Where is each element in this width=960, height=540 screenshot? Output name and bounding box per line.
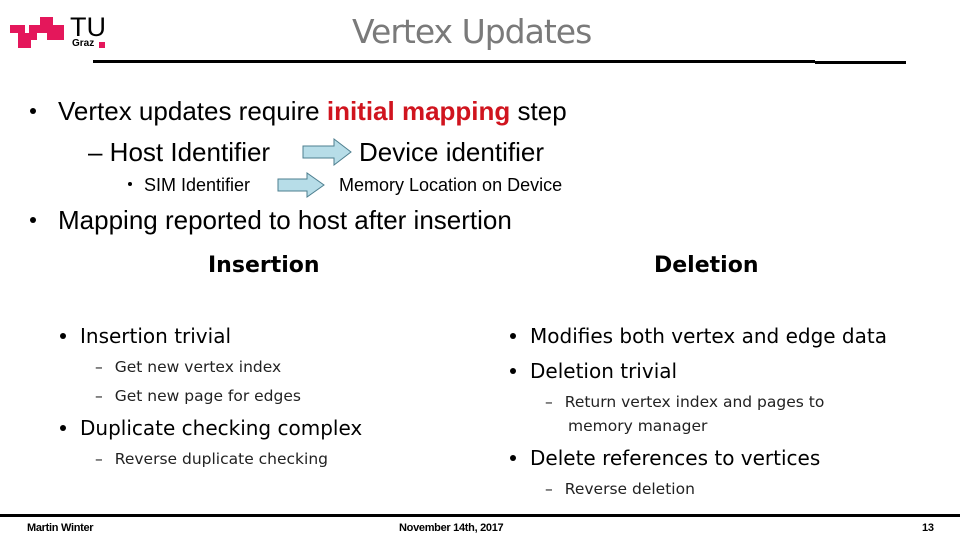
- bullet-mapping-reported: Mapping reported to host after insertion: [30, 205, 512, 235]
- bullet-dot-icon: [128, 182, 132, 187]
- deletion-item-text: Delete references to vertices: [530, 446, 821, 470]
- insertion-sub-item: – Reverse duplicate checking: [95, 449, 328, 469]
- deletion-heading: Deletion: [654, 253, 759, 278]
- insertion-sub-text: Get new page for edges: [114, 387, 301, 405]
- deletion-sub-text: Reverse deletion: [564, 480, 695, 498]
- logo-block: [10, 25, 25, 33]
- bullet-dot-icon: [510, 367, 516, 374]
- deletion-sub-item-cont: memory manager: [568, 417, 708, 435]
- host-identifier-text: – Host Identifier: [88, 137, 271, 167]
- insertion-heading: Insertion: [208, 253, 320, 278]
- bullet-text-suffix: step: [510, 96, 567, 126]
- dash-icon: –: [95, 358, 103, 376]
- insertion-item-text: Insertion trivial: [80, 324, 232, 348]
- sim-identifier-text: SIM Identifier: [144, 175, 251, 195]
- footer-date: November 14th, 2017: [399, 522, 504, 534]
- deletion-sub-item: – Reverse deletion: [545, 479, 695, 499]
- logo-square-icon: [99, 42, 105, 48]
- footer-author: Martin Winter: [27, 522, 94, 534]
- dash-icon: –: [545, 480, 553, 498]
- insertion-sub-text: Get new vertex index: [114, 358, 282, 376]
- bullet-text: Vertex updates require: [58, 96, 327, 126]
- title-divider: [93, 60, 815, 63]
- insertion-item-text: Duplicate checking complex: [80, 416, 363, 440]
- bullet-dot-icon: [30, 108, 36, 115]
- bullet-dot-icon: [510, 332, 516, 339]
- logo-block: [40, 17, 53, 25]
- insertion-item: Duplicate checking complex: [60, 416, 362, 440]
- deletion-item-text: Deletion trivial: [530, 359, 678, 383]
- logo-text-graz: Graz: [72, 38, 95, 49]
- deletion-item: Deletion trivial: [510, 359, 677, 383]
- dash-icon: –: [95, 387, 103, 405]
- dash-icon: –: [95, 450, 103, 468]
- memory-location-text: Memory Location on Device: [339, 175, 563, 195]
- insertion-sub-text: Reverse duplicate checking: [114, 450, 329, 468]
- insertion-sub-item: – Get new page for edges: [95, 386, 301, 406]
- deletion-sub-item: – Return vertex index and pages to: [545, 392, 824, 412]
- highlight-text: initial mapping: [326, 96, 511, 126]
- sub-sub-bullet-sim: SIM Identifier: [128, 174, 250, 196]
- bullet-dot-icon: [30, 217, 36, 224]
- bullet-dot-icon: [510, 454, 516, 461]
- deletion-item-text: Modifies both vertex and edge data: [530, 324, 887, 348]
- logo-block: [18, 40, 31, 48]
- logo-block: [29, 25, 64, 33]
- slide-title: Vertex Updates: [352, 12, 592, 51]
- device-identifier-text: Device identifier: [359, 137, 544, 167]
- bullet-initial-mapping: Vertex updates require initial mapping s…: [30, 96, 567, 126]
- title-divider-right: [815, 61, 906, 64]
- dash-icon: –: [545, 393, 553, 411]
- bullet-dot-icon: [60, 332, 66, 339]
- bullet-text: Mapping reported to host after insertion: [58, 205, 512, 235]
- deletion-item: Delete references to vertices: [510, 446, 820, 470]
- logo-block: [18, 33, 37, 40]
- footer-divider: [0, 514, 960, 517]
- right-arrow-icon: [302, 138, 352, 166]
- sub-bullet-host-identifier: – Host Identifier: [88, 137, 270, 167]
- bullet-dot-icon: [60, 424, 66, 431]
- deletion-sub-text: Return vertex index and pages to: [564, 393, 825, 411]
- insertion-item: Insertion trivial: [60, 324, 231, 348]
- logo-block: [47, 33, 64, 40]
- deletion-item: Modifies both vertex and edge data: [510, 324, 887, 348]
- logo-text-tu: TU: [70, 12, 106, 42]
- page-number: 13: [922, 522, 934, 534]
- right-arrow-icon: [277, 172, 325, 198]
- insertion-sub-item: – Get new vertex index: [95, 357, 281, 377]
